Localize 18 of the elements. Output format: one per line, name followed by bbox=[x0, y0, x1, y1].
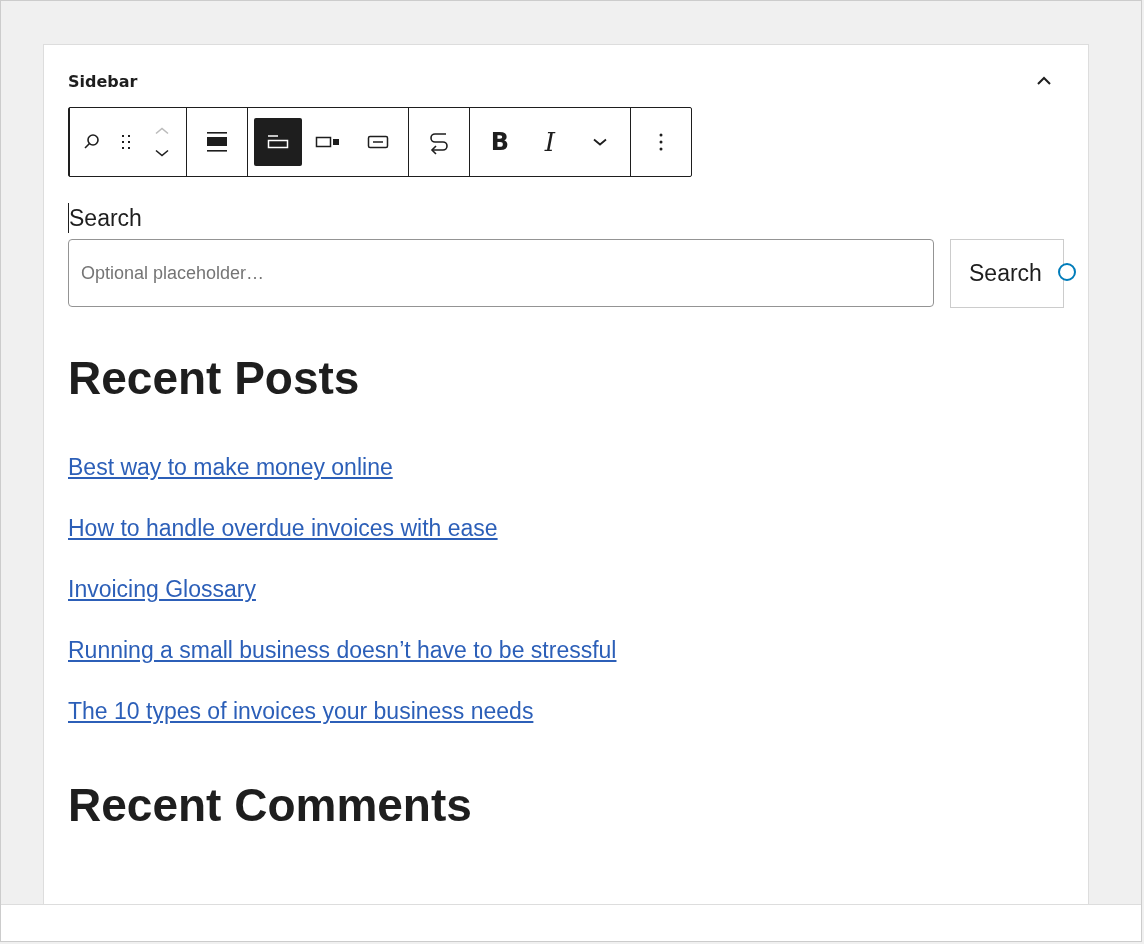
search-field[interactable]: Optional placeholder… bbox=[68, 239, 934, 307]
post-link[interactable]: Running a small business doesn’t have to be stressful bbox=[68, 637, 617, 663]
italic-button[interactable]: I bbox=[526, 118, 574, 166]
bold-button[interactable]: B bbox=[476, 118, 524, 166]
align-icon bbox=[205, 130, 229, 154]
search-button[interactable]: Search bbox=[950, 239, 1064, 308]
focus-ring-icon bbox=[1058, 263, 1076, 281]
label-outside-button[interactable] bbox=[254, 118, 302, 166]
post-link[interactable]: Best way to make money online bbox=[68, 454, 393, 480]
panel-title: Sidebar bbox=[68, 71, 138, 91]
section-heading: Recent Posts bbox=[68, 352, 361, 404]
post-link[interactable]: The 10 types of invoices your business needs bbox=[68, 698, 534, 724]
chevron-down-icon bbox=[593, 138, 607, 146]
chevron-up-icon bbox=[1035, 75, 1053, 87]
search-label: Search bbox=[68, 203, 142, 233]
post-link[interactable]: How to handle overdue invoices with ease bbox=[68, 515, 498, 541]
post-link[interactable]: Invoicing Glossary bbox=[68, 576, 256, 602]
section-heading: Recent Comments bbox=[68, 779, 473, 831]
